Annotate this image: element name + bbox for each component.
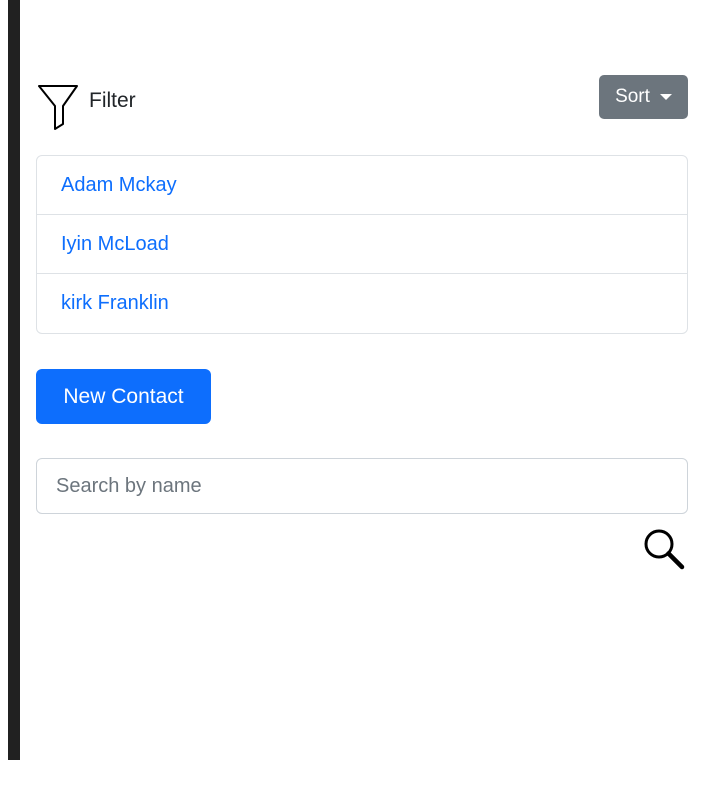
contact-item[interactable]: Adam Mckay (37, 156, 687, 215)
contact-item[interactable]: kirk Franklin (37, 274, 687, 333)
contact-item[interactable]: Iyin McLoad (37, 215, 687, 274)
filter-control[interactable]: Filter (37, 82, 136, 132)
magnifier-icon[interactable] (641, 526, 687, 572)
search-input[interactable] (36, 458, 688, 514)
sort-label: Sort (615, 86, 650, 107)
left-edge-bar (8, 0, 20, 760)
contact-list: Adam Mckay Iyin McLoad kirk Franklin (36, 155, 688, 334)
filter-funnel-icon[interactable] (37, 82, 81, 132)
sort-button[interactable]: Sort (599, 75, 688, 119)
new-contact-button[interactable]: New Contact (36, 369, 211, 424)
filter-label: Filter (89, 89, 136, 112)
caret-down-icon (659, 94, 672, 100)
